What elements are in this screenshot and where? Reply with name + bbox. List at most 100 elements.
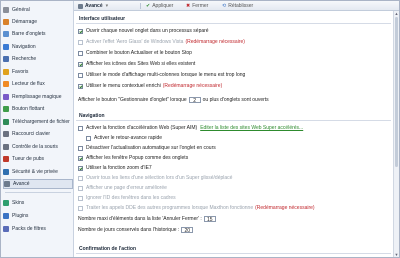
option-checkbox[interactable] — [78, 125, 83, 131]
sidebar-item[interactable]: Bouton flottant — [3, 104, 73, 114]
toolbar-divider — [140, 3, 141, 9]
option-label: Activer la fonction d'accélération Web (… — [86, 125, 198, 131]
apply-button[interactable]: ✔ Appliquer — [146, 2, 173, 10]
sidebar-item[interactable]: Remplissage magique — [3, 92, 73, 102]
option-checkbox[interactable] — [78, 72, 83, 78]
scroll-up-icon[interactable]: ▲ — [394, 11, 399, 16]
option-label: Désactiver l'actualisation automatique s… — [86, 145, 216, 151]
option-checkbox — [78, 39, 83, 45]
option-checkbox — [78, 195, 83, 201]
restart-required-note: (Redémarrage nécessaire) — [162, 83, 223, 89]
sidebar-item[interactable]: Navigation — [3, 42, 73, 52]
check-icon: ✔ — [146, 3, 151, 9]
option-checkbox — [78, 185, 83, 191]
sidebar-item-label: Général — [12, 7, 30, 13]
section-title-tab: Avancé ▾ — [78, 2, 108, 10]
sidebar-item-label: Tueur de pubs — [12, 156, 45, 162]
edit-super-sites-link[interactable]: Editer la liste des sites Web Super accé… — [200, 125, 303, 131]
sidebar-item[interactable]: Contrôle de la souris — [3, 142, 73, 152]
settings-content: Interface utilisateur Ouvrir chaque nouv… — [74, 11, 393, 257]
close-icon: ✖ — [186, 3, 191, 9]
toolbar: Avancé ▾ ✔ Appliquer ✖ Fermer ⟲ Rétablis… — [74, 1, 399, 11]
option-label: Afficher une page d'erreur améliorée — [86, 185, 167, 191]
shield-icon — [3, 169, 9, 175]
tools-icon — [4, 181, 10, 187]
history-days-label: Nombre de jours conservés dans l'histori… — [78, 227, 180, 233]
sidebar-item[interactable]: Raccourci clavier — [3, 129, 73, 139]
sidebar-item[interactable]: Tueur de pubs — [3, 154, 73, 164]
option-label: Ouvrir tous les liens d'une sélection lo… — [86, 175, 233, 181]
option-checkbox[interactable] — [78, 83, 83, 89]
chevron-down-icon[interactable]: ▾ — [106, 3, 109, 9]
close-button[interactable]: ✖ Fermer — [186, 2, 208, 10]
sidebar-item-label: Bouton flottant — [12, 106, 45, 112]
sidebar-item-label: Avancé — [13, 181, 30, 187]
history-days-input[interactable]: 20 — [181, 227, 194, 234]
undo-close-label: Nombre maxi d'éléments dans la liste 'An… — [78, 216, 202, 222]
section-divider — [76, 253, 391, 254]
option-label: Utiliser le mode d'affichage multi-colon… — [86, 72, 246, 78]
option-row: Traiter les appels DDE des autres progra… — [78, 205, 315, 211]
sidebar-item[interactable]: Général — [3, 5, 73, 15]
sidebar-item[interactable]: Plugins — [3, 211, 73, 221]
sidebar-divider — [5, 192, 71, 193]
option-checkbox[interactable] — [78, 61, 83, 67]
option-checkbox[interactable] — [78, 28, 83, 34]
sidebar-item[interactable]: Barre d'onglets — [3, 29, 73, 39]
sidebar-item-label: Téléchargement de fichier — [12, 119, 70, 125]
tab-manager-prefix: Afficher le bouton "Gestionnaire d'ongle… — [78, 97, 187, 103]
compass-icon — [3, 44, 9, 50]
sidebar-item[interactable]: Packs de filtres — [3, 224, 73, 234]
scroll-down-icon[interactable]: ▼ — [394, 252, 399, 257]
tab-manager-threshold-row: Afficher le bouton "Gestionnaire d'ongle… — [78, 97, 269, 104]
sidebar-item[interactable]: Favoris — [3, 67, 73, 77]
undo-close-input[interactable]: 15 — [203, 216, 216, 223]
star-icon — [3, 69, 9, 75]
tab-manager-threshold-input[interactable]: 2 — [188, 97, 201, 104]
sidebar-item[interactable]: Sécurité & vie privée — [3, 167, 73, 177]
sidebar-item[interactable]: Recherche — [3, 54, 73, 64]
tools-icon — [78, 3, 83, 9]
section-title-navigation: Navigation — [79, 113, 105, 119]
sidebar-item-label: Recherche — [12, 56, 37, 62]
sidebar-item[interactable]: Lecteur de flux — [3, 79, 73, 89]
option-row: Afficher les icônes des Sites Web si ell… — [78, 61, 195, 67]
magic-icon — [3, 94, 9, 100]
option-label: Activer le retour-avance rapide — [94, 135, 163, 141]
option-label: Afficher les fenêtre Popup comme des ong… — [86, 155, 189, 161]
option-label: Activer l'effet 'Aero Glass' de Windows … — [86, 39, 184, 45]
option-row: Désactiver l'actualisation automatique s… — [78, 145, 216, 151]
option-checkbox — [78, 205, 83, 211]
sidebar-item-label: Lecteur de flux — [12, 81, 45, 87]
sidebar-item-label: Raccourci clavier — [12, 131, 51, 137]
settings-sidebar: Général Démarrage Barre d'onglets Navigatio… — [1, 1, 74, 257]
sidebar-item[interactable]: Téléchargement de fichier — [3, 117, 73, 127]
sidebar-item[interactable]: Skins — [3, 198, 73, 208]
reset-button[interactable]: ⟲ Rétablisser — [222, 2, 253, 10]
reset-icon: ⟲ — [222, 3, 227, 9]
history-days-row: Nombre de jours conservés dans l'histori… — [78, 227, 195, 234]
option-checkbox[interactable] — [86, 135, 91, 141]
close-label: Fermer — [192, 3, 209, 9]
option-checkbox[interactable] — [78, 165, 83, 171]
float-button-icon — [3, 106, 9, 112]
sidebar-item-label: Navigation — [12, 44, 36, 50]
vertical-scrollbar[interactable]: ▲ ▼ — [393, 11, 399, 257]
ad-block-icon — [3, 156, 9, 162]
option-checkbox[interactable] — [78, 50, 83, 56]
home-icon — [3, 19, 9, 25]
option-checkbox[interactable] — [78, 155, 83, 161]
option-label: Utiliser la fonction zoom d'IE7 — [86, 165, 152, 171]
sidebar-item[interactable]: Avancé — [3, 179, 73, 189]
section-divider — [76, 120, 391, 121]
sidebar-item-label: Remplissage magique — [12, 94, 62, 100]
restart-required-note: (Redémarrage nécessaire) — [255, 205, 315, 211]
sidebar-item[interactable]: Démarrage — [3, 17, 73, 27]
option-label: Ouvrir chaque nouvel onglet dans un proc… — [86, 28, 209, 34]
option-label: Combiner le bouton Actualiser et le bout… — [86, 50, 192, 56]
filter-icon — [3, 226, 9, 232]
option-checkbox[interactable] — [78, 145, 83, 151]
scroll-thumb[interactable] — [395, 17, 398, 167]
option-checkbox — [78, 175, 83, 181]
sidebar-item-label: Sécurité & vie privée — [12, 169, 58, 175]
